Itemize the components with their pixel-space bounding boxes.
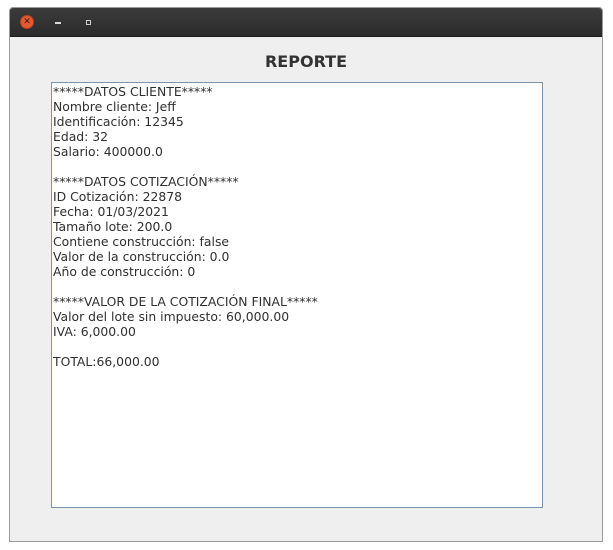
report-line: Valor de la construcción: 0.0: [53, 249, 230, 264]
report-line: [53, 159, 542, 174]
close-button[interactable]: ✕: [20, 15, 34, 29]
report-line: Edad: 32: [53, 129, 109, 144]
report-line: Identificación: 12345: [53, 114, 184, 129]
report-line: Contiene construcción: false: [53, 234, 230, 249]
report-line: [53, 339, 542, 354]
minimize-icon: [55, 21, 61, 24]
report-heading: REPORTE: [264, 52, 348, 71]
report-text-area[interactable]: *****DATOS CLIENTE***** Nombre cliente: …: [51, 82, 543, 508]
report-line: *****DATOS COTIZACIÓN*****: [53, 174, 239, 189]
minimize-button[interactable]: [53, 17, 63, 27]
report-line: ID Cotización: 22878: [53, 189, 182, 204]
report-line: *****VALOR DE LA COTIZACIÓN FINAL*****: [53, 294, 318, 309]
report-line: TOTAL:66,000.00: [53, 354, 160, 369]
maximize-icon: [85, 19, 91, 25]
maximize-button[interactable]: [83, 17, 93, 27]
window-titlebar[interactable]: ✕: [10, 8, 602, 37]
report-line: Nombre cliente: Jeff: [53, 99, 176, 114]
report-line: Salario: 400000.0: [53, 144, 163, 159]
report-line: IVA: 6,000.00: [53, 324, 136, 339]
report-line: Valor del lote sin impuesto: 60,000.00: [53, 309, 290, 324]
report-line: [53, 279, 542, 294]
report-window: ✕ REPORTE *****DATOS CLIENTE***** Nombre…: [9, 7, 603, 542]
report-line: Año de construcción: 0: [53, 264, 196, 279]
report-line: Tamaño lote: 200.0: [53, 219, 173, 234]
close-icon: ✕: [23, 16, 31, 27]
report-line: *****DATOS CLIENTE*****: [53, 84, 213, 99]
report-line: Fecha: 01/03/2021: [53, 204, 169, 219]
